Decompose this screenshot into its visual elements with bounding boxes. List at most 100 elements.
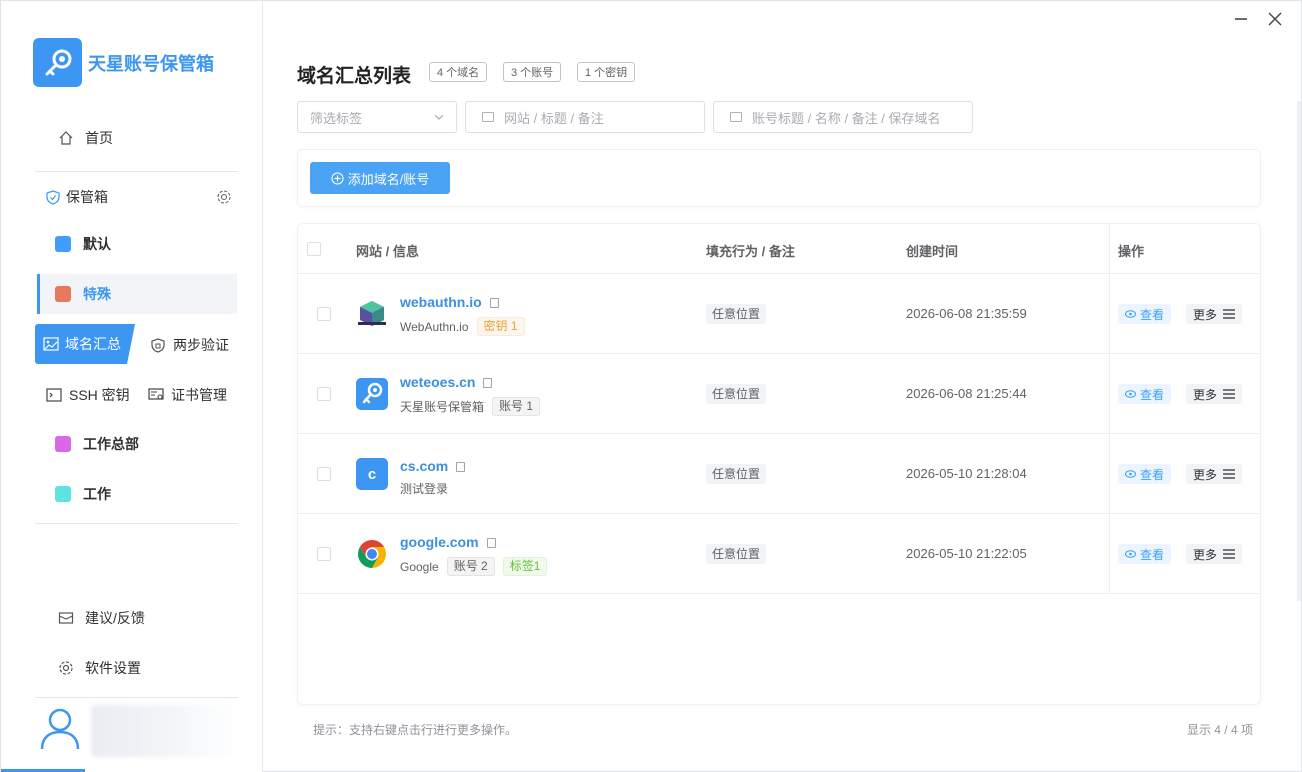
vault-color-swatch xyxy=(55,436,71,452)
fill-behavior-tag: 任意位置 xyxy=(706,304,767,324)
select-all-checkbox[interactable] xyxy=(307,242,321,256)
vault-color-swatch xyxy=(55,286,71,302)
avatar[interactable] xyxy=(37,705,83,751)
vault-item-special[interactable]: 特殊 xyxy=(37,274,237,314)
image-icon xyxy=(43,337,59,351)
tab-ssh-keys[interactable]: SSH 密钥 xyxy=(45,385,130,405)
created-time: 2026-06-08 21:35:59 xyxy=(906,306,1027,321)
vault-item-work[interactable]: 工作 xyxy=(37,474,237,514)
vault-item-hq[interactable]: 工作总部 xyxy=(37,424,237,464)
table-row[interactable]: weteoes.cn 天星账号保管箱 账号 1 任意位置 2026-06-08 … xyxy=(298,354,1260,434)
site-link[interactable]: weteoes.cn xyxy=(400,374,493,390)
tag-filter-select[interactable]: 筛选标签 xyxy=(297,101,457,133)
more-button[interactable]: 更多 xyxy=(1186,544,1243,564)
copy-icon[interactable] xyxy=(483,378,493,388)
nav-feedback-label: 建议/反馈 xyxy=(85,610,145,626)
header-site: 网站 / 信息 xyxy=(356,244,419,259)
terminal-icon xyxy=(45,386,63,404)
menu-icon xyxy=(1223,549,1236,559)
tag-badge: 账号 1 xyxy=(492,397,541,416)
letter-c-icon: c xyxy=(356,458,388,490)
tag-badge: 标签1 xyxy=(502,557,548,576)
more-button[interactable]: 更多 xyxy=(1186,384,1243,404)
nav-feedback[interactable]: 建议/反馈 xyxy=(57,608,145,628)
site-subtitle: 测试登录 xyxy=(400,482,449,496)
view-button[interactable]: 查看 xyxy=(1118,464,1172,484)
eye-icon xyxy=(1125,550,1136,558)
header-fill: 填充行为 / 备注 xyxy=(706,244,795,259)
add-domain-button[interactable]: 添加域名/账号 xyxy=(310,162,450,194)
site-subtitle: WebAuthn.io 密钥 1 xyxy=(400,317,525,336)
created-time: 2026-06-08 21:25:44 xyxy=(906,386,1027,401)
scrollbar[interactable] xyxy=(1297,101,1301,601)
site-search-input[interactable]: 网站 / 标题 / 备注 xyxy=(465,101,705,133)
tag-filter-placeholder: 筛选标签 xyxy=(310,110,363,126)
footer-hint: 提示：支持右键点击行进行更多操作。 xyxy=(313,723,518,737)
toolbar: 添加域名/账号 xyxy=(297,149,1261,207)
vault-group-header: 保管箱 xyxy=(46,187,236,207)
header-created: 创建时间 xyxy=(906,244,959,259)
site-link[interactable]: google.com xyxy=(400,534,496,550)
created-time: 2026-05-10 21:22:05 xyxy=(906,546,1027,561)
site-link[interactable]: webauthn.io xyxy=(400,294,499,310)
copy-icon[interactable] xyxy=(486,538,496,548)
fill-behavior-tag: 任意位置 xyxy=(706,384,767,404)
account-search-input[interactable]: 账号标题 / 名称 / 备注 / 保存域名 xyxy=(713,101,973,133)
table-row[interactable]: c cs.com 测试登录 任意位置 2026-05-10 21:28:04 查… xyxy=(298,434,1260,514)
webauthn-icon xyxy=(356,298,388,330)
site-link[interactable]: cs.com xyxy=(400,458,466,474)
gear-icon xyxy=(57,659,75,677)
vault-group-label: 保管箱 xyxy=(66,189,108,205)
count-badge-domains: 4 个域名 xyxy=(429,62,488,82)
header-ops: 操作 xyxy=(1118,244,1145,259)
view-button[interactable]: 查看 xyxy=(1118,544,1172,564)
copy-icon[interactable] xyxy=(489,298,499,308)
vault-color-swatch xyxy=(55,486,71,502)
view-button[interactable]: 查看 xyxy=(1118,304,1172,324)
row-checkbox[interactable] xyxy=(317,387,331,401)
site-search-placeholder: 网站 / 标题 / 备注 xyxy=(504,110,604,126)
page-title: 域名汇总列表 xyxy=(297,66,412,87)
domain-table: 网站 / 信息 填充行为 / 备注 创建时间 操作 webauthn.io We… xyxy=(297,223,1261,705)
site-subtitle: Google 账号 2 标签1 xyxy=(400,557,548,576)
more-button[interactable]: 更多 xyxy=(1186,464,1243,484)
eye-icon xyxy=(1125,470,1136,478)
app-name: 天星账号保管箱 xyxy=(88,53,214,74)
ops-column-divider xyxy=(1109,224,1110,594)
home-icon xyxy=(57,129,75,147)
tab-two-step[interactable]: 两步验证 xyxy=(149,335,229,355)
chevron-down-icon xyxy=(434,114,444,120)
vault-item-default[interactable]: 默认 xyxy=(37,224,237,264)
tab-domain-summary[interactable]: 域名汇总 xyxy=(35,324,135,364)
vault-settings-gear-icon[interactable] xyxy=(216,189,232,205)
app-window: 天星账号保管箱 首页 保管箱 默认 特殊 域名汇总 两步验证 SSH 密钥 证书… xyxy=(0,0,1302,772)
row-checkbox[interactable] xyxy=(317,307,331,321)
more-button[interactable]: 更多 xyxy=(1186,304,1243,324)
nav-home[interactable]: 首页 xyxy=(57,128,113,148)
main-content: 域名汇总列表 4 个域名 3 个账号 1 个密钥 筛选标签 网站 / 标题 / … xyxy=(263,1,1302,772)
row-checkbox[interactable] xyxy=(317,467,331,481)
site-subtitle: 天星账号保管箱 账号 1 xyxy=(400,397,541,416)
table-header: 网站 / 信息 填充行为 / 备注 创建时间 操作 xyxy=(298,224,1260,274)
view-button[interactable]: 查看 xyxy=(1118,384,1172,404)
tab-ssh-keys-label: SSH 密钥 xyxy=(69,387,130,403)
row-checkbox[interactable] xyxy=(317,547,331,561)
certificate-icon xyxy=(147,386,165,404)
table-row[interactable]: google.com Google 账号 2 标签1 任意位置 2026-05-… xyxy=(298,514,1260,594)
tab-certificates-label: 证书管理 xyxy=(171,387,227,403)
table-row[interactable]: webauthn.io WebAuthn.io 密钥 1 任意位置 2026-0… xyxy=(298,274,1260,354)
count-badge-accounts: 3 个账号 xyxy=(503,62,562,82)
count-badge-keys: 1 个密钥 xyxy=(577,62,636,82)
account-search-placeholder: 账号标题 / 名称 / 备注 / 保存域名 xyxy=(752,110,941,126)
tag-badge: 密钥 1 xyxy=(476,317,525,336)
nav-settings[interactable]: 软件设置 xyxy=(57,658,141,678)
copy-icon[interactable] xyxy=(456,462,466,472)
vault-item-label: 默认 xyxy=(83,236,111,252)
tab-certificates[interactable]: 证书管理 xyxy=(147,385,227,405)
sidebar: 天星账号保管箱 首页 保管箱 默认 特殊 域名汇总 两步验证 SSH 密钥 证书… xyxy=(1,1,263,772)
brand: 天星账号保管箱 xyxy=(33,38,214,87)
tag-badge: 账号 2 xyxy=(446,557,495,576)
nav-settings-label: 软件设置 xyxy=(85,660,141,676)
menu-icon xyxy=(1223,309,1236,319)
shield-lock-icon xyxy=(149,336,167,354)
